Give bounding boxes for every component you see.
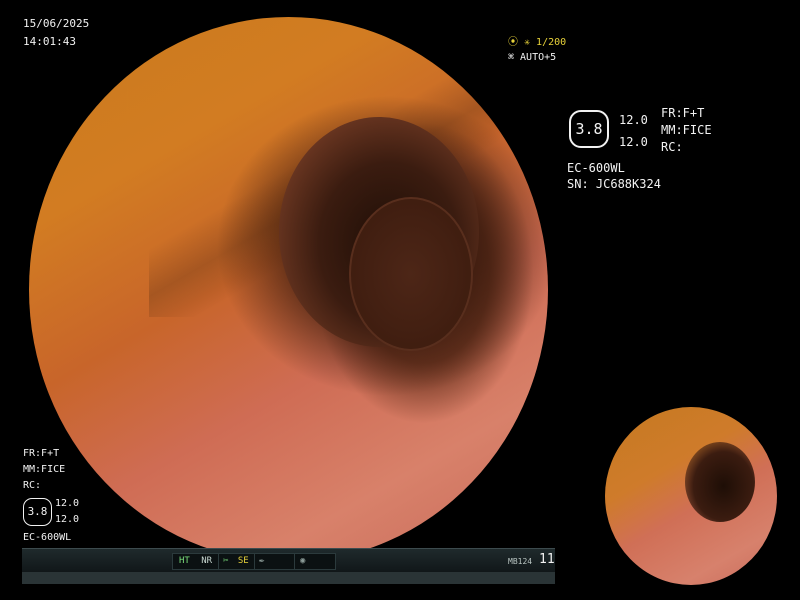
scissors-icon: ✂: [223, 556, 229, 566]
serial-number: SN: JC688K324: [567, 177, 661, 191]
bl-rc-label: RC:: [23, 480, 42, 491]
rc-label: RC:: [661, 140, 683, 154]
pen-icon: ✒: [259, 556, 265, 566]
date-label: 15/06/2025: [23, 17, 90, 30]
mb-code: MB124: [508, 557, 533, 566]
scope-model: EC-600WL: [567, 161, 625, 175]
status-bar-sub: [22, 572, 555, 584]
status-bar: HT NR ✂ SE ✒ ◉ MB124 11: [22, 548, 555, 573]
bl-value-1: 12.0: [55, 498, 80, 509]
value-1: 12.0: [619, 113, 648, 127]
fr-label: FR:F+T: [661, 106, 705, 120]
bl-mm-label: MM:FICE: [23, 464, 66, 475]
bl-scope-model: EC-600WL: [23, 532, 72, 543]
bl-fr-label: FR:F+T: [23, 448, 60, 459]
pen-segment[interactable]: ✒: [254, 553, 296, 570]
time-label: 14:01:43: [23, 35, 76, 48]
se-indicator: SE: [237, 556, 249, 566]
iris-status: ⌘ AUTO+5: [508, 52, 557, 63]
main-endoscope-view: [29, 17, 548, 562]
mode-icon: ◉: [300, 556, 306, 566]
thumbnail-view[interactable]: [605, 407, 777, 585]
bl-value-2: 12.0: [55, 514, 80, 525]
shutter-status: ⦿ ✳ 1/200: [508, 37, 567, 48]
mode-segment[interactable]: ◉: [294, 553, 336, 570]
nr-indicator: NR: [201, 556, 213, 566]
value-2: 12.0: [619, 135, 648, 149]
info-panel: 3.8 12.0 12.0 FR:F+T MM:FICE RC: EC-600W…: [567, 106, 767, 200]
enhancement-level-badge: 3.8: [569, 110, 609, 148]
ht-indicator: HT: [179, 556, 190, 566]
bl-enhancement-badge: 3.8: [23, 498, 52, 526]
page-number: 11: [539, 552, 555, 567]
mm-label: MM:FICE: [661, 123, 712, 137]
thumbnail-lumen: [685, 442, 755, 522]
lumen-inner: [349, 197, 473, 351]
